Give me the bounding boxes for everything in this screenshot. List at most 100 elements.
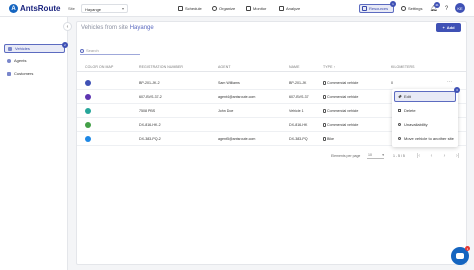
column-header-name[interactable]: Name (289, 65, 300, 69)
agent-cell: Sam Williams (218, 81, 240, 85)
nav-settings[interactable]: Settings (399, 4, 424, 13)
nav-organize-label: Organize (219, 6, 236, 11)
menu-item-move-vehicle[interactable]: Move vehicle to another site (394, 133, 456, 144)
top-bar: A AntsRoute Site Hayange ▾ Schedule Orga… (0, 0, 474, 17)
sidebar-item-customers[interactable]: Customers (4, 69, 65, 78)
registration-cell: 607-BVS-37-2 (139, 95, 162, 99)
sort-arrow-icon: ↑ (333, 65, 336, 69)
nav-schedule[interactable]: Schedule (176, 4, 204, 13)
last-page-icon[interactable]: ›| (454, 152, 461, 159)
more-options-icon[interactable]: ··· (447, 79, 452, 85)
nav-organize[interactable]: Organize (210, 4, 237, 13)
nav-monitor[interactable]: Monitor (244, 4, 268, 13)
map-color-swatch (85, 136, 91, 142)
menu-item-unavailability[interactable]: Unavailability (394, 119, 456, 130)
vehicle-type-icon (323, 81, 326, 85)
column-header-agent[interactable]: Agent (218, 65, 231, 69)
nav-resources-label: Resources (369, 6, 389, 11)
search-icon (80, 48, 84, 53)
site-select[interactable]: Hayange ▾ (81, 4, 128, 13)
vehicle-type-icon (323, 95, 326, 99)
resources-badge: 1 (390, 1, 396, 7)
pagination-bar: Elements per page 10 ▾ 1 - 5 / 5 |‹ ‹ › … (77, 152, 466, 162)
chevron-down-icon: ▾ (382, 153, 384, 157)
menu-item-edit[interactable]: Edit (394, 91, 456, 102)
name-cell: BP-201-JK (289, 81, 307, 85)
type-cell: Commercial vehicle (323, 95, 358, 99)
map-color-swatch (85, 94, 91, 100)
gear-icon (401, 6, 406, 11)
type-label: Commercial vehicle (327, 123, 359, 127)
map-color-swatch (85, 108, 91, 114)
name-cell: DX-816-HK (289, 123, 308, 127)
chat-icon (456, 253, 464, 259)
search-field[interactable]: Search (80, 47, 140, 55)
type-label: Commercial vehicle (327, 81, 359, 85)
name-cell: 607-BVS-37 (289, 95, 309, 99)
chevron-down-icon: ▾ (121, 6, 124, 11)
pencil-icon (398, 94, 402, 99)
site-select-value: Hayange (85, 7, 102, 12)
collapse-sidebar-button[interactable]: ‹ (63, 22, 72, 31)
column-header-color[interactable]: Color on map (85, 65, 113, 69)
menu-item-label: Edit (404, 94, 411, 99)
first-page-icon[interactable]: |‹ (415, 152, 422, 159)
sidebar-item-vehicles[interactable]: Vehicles (4, 44, 65, 53)
nav-settings-label: Settings (408, 6, 423, 11)
per-page-label: Elements per page (331, 154, 361, 158)
per-page-select[interactable]: 10 ▾ (367, 153, 384, 159)
table-row[interactable]: BP-201-JK-2 Sam Williams BP-201-JK Comme… (77, 76, 466, 90)
page-range: 1 - 5 / 5 (393, 154, 405, 158)
column-header-kilometers[interactable]: Kilometers (391, 65, 415, 69)
agent-cell: John Doe (218, 109, 234, 113)
agent-cell: agent5@antsroute.com (218, 137, 256, 141)
plus-icon: + (442, 25, 445, 30)
page-title-site: Hayange (129, 25, 154, 31)
registration-cell: DX-816-HK-2 (139, 123, 161, 127)
column-header-type[interactable]: Type ↑ (323, 65, 335, 69)
name-cell: DX-383-PQ (289, 137, 308, 141)
type-cell: Commercial vehicle (323, 123, 358, 127)
app-logo[interactable]: A AntsRoute (9, 4, 60, 13)
logo-mark: A (9, 4, 18, 13)
menu-item-label: Delete (404, 108, 416, 113)
avatar[interactable]: KE (455, 3, 465, 13)
sidebar-badge: 2 (62, 42, 68, 48)
table-header: Color on map Registration number Agent N… (77, 62, 466, 72)
logo-text: AntsRoute (20, 4, 61, 13)
page-title-prefix: Vehicles from site (81, 25, 129, 31)
agent-icon (7, 58, 11, 63)
help-icon[interactable]: ? (443, 5, 450, 12)
customers-icon (7, 71, 11, 76)
menu-item-label: Move vehicle to another site (404, 136, 454, 141)
registration-cell: 7508 PBS (139, 109, 156, 113)
menu-badge: 3 (454, 87, 460, 93)
nav-monitor-label: Monitor (253, 6, 267, 11)
chat-button[interactable]: 1 (451, 246, 470, 265)
search-placeholder: Search (86, 48, 99, 53)
nav-analyze-label: Analyze (286, 6, 301, 11)
next-page-icon[interactable]: › (441, 152, 448, 159)
column-header-registration[interactable]: Registration number (139, 65, 183, 69)
type-label: Commercial vehicle (327, 109, 359, 113)
sidebar-item-label: Agents (14, 58, 27, 63)
sidebar: Vehicles 2 Agents Customers (0, 17, 68, 270)
nav-resources[interactable]: Resources (359, 4, 394, 13)
map-color-swatch (85, 80, 91, 86)
calendar-icon (178, 6, 183, 11)
type-cell: Commercial vehicle (323, 109, 358, 113)
vehicle-type-icon (323, 123, 326, 127)
trash-icon (398, 109, 401, 112)
menu-item-delete[interactable]: Delete (394, 105, 456, 116)
previous-page-icon[interactable]: ‹ (428, 152, 435, 159)
registration-cell: BP-201-JK-2 (139, 81, 160, 85)
vehicle-type-icon (323, 109, 326, 113)
chart-icon (279, 6, 284, 11)
type-cell: Commercial vehicle (323, 81, 358, 85)
per-page-value: 10 (368, 153, 372, 157)
add-button[interactable]: + Add (436, 23, 461, 32)
move-icon (398, 137, 401, 140)
agent-cell: agent4@antsroute.com (218, 95, 256, 99)
sidebar-item-agents[interactable]: Agents (4, 56, 65, 65)
nav-analyze[interactable]: Analyze (277, 4, 302, 13)
